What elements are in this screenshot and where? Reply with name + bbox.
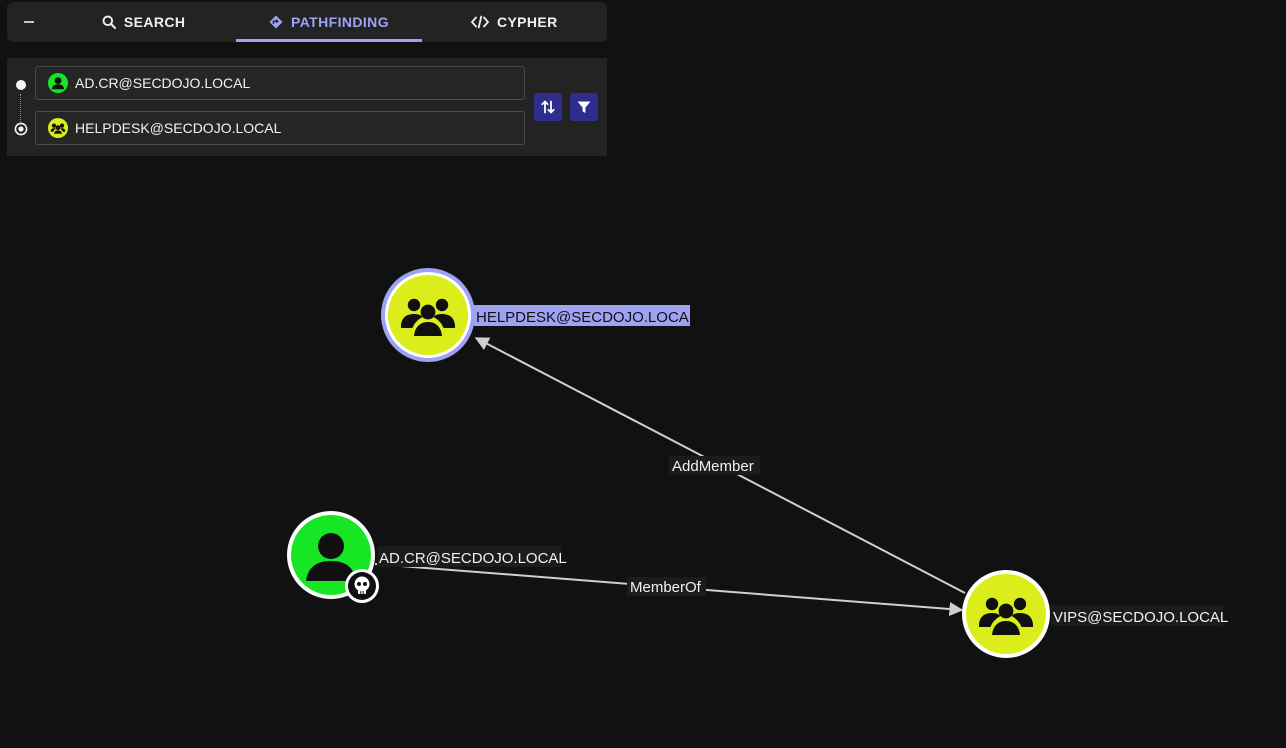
edge-label-memberof[interactable]: MemberOf <box>627 577 706 596</box>
graph-node-vips[interactable]: VIPS@SECDOJO.LOCAL <box>962 570 1228 658</box>
graph-node-ad-cr[interactable]: AD.CR@SECDOJO.LOCAL <box>287 511 567 603</box>
edge-label-memberof-text: MemberOf <box>630 579 702 596</box>
graph-node-helpdesk-label: HELPDESK@SECDOJO.LOCAL <box>476 309 697 326</box>
graph-node-vips-label: VIPS@SECDOJO.LOCAL <box>1053 609 1228 626</box>
edge-label-addmember[interactable]: AddMember <box>669 456 760 475</box>
graph-node-ad-cr-label: AD.CR@SECDOJO.LOCAL <box>379 550 567 567</box>
graph-node-helpdesk[interactable]: HELPDESK@SECDOJO.LOCAL <box>381 268 697 362</box>
graph-canvas[interactable]: AddMember MemberOf HELPDESK@SECDOJO.LOCA… <box>0 0 1286 748</box>
edge-label-addmember-text: AddMember <box>672 458 754 475</box>
owned-skull-icon <box>345 569 379 603</box>
